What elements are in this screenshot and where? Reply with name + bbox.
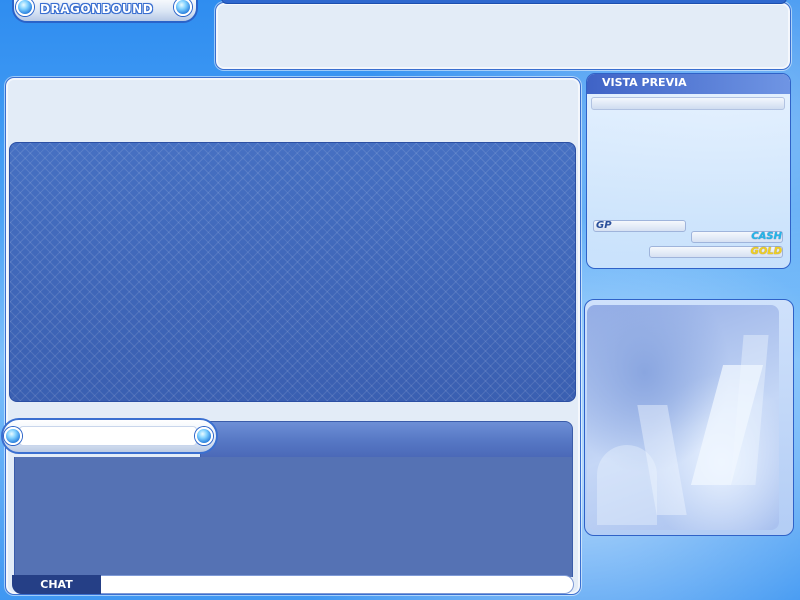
character-art-image (587, 305, 779, 530)
room-list-area[interactable] (9, 142, 576, 402)
top-strip (221, 0, 787, 4)
top-info-panel (215, 2, 791, 70)
gp-label: GP (596, 220, 612, 231)
cash-label: CASH (751, 231, 782, 242)
chat-header-bar (200, 421, 573, 458)
chat-left-orb-icon (4, 427, 22, 445)
chat-channel-field[interactable] (19, 426, 197, 446)
preview-title: VISTA PREVIA (602, 76, 687, 89)
chat-log[interactable] (14, 457, 573, 577)
preview-name-bar (591, 97, 785, 110)
gold-label: GOLD (750, 246, 782, 257)
game-logo: DRAGONBOUND (40, 2, 154, 16)
chat-label: CHAT (12, 575, 101, 594)
chat-right-orb-icon (195, 427, 213, 445)
